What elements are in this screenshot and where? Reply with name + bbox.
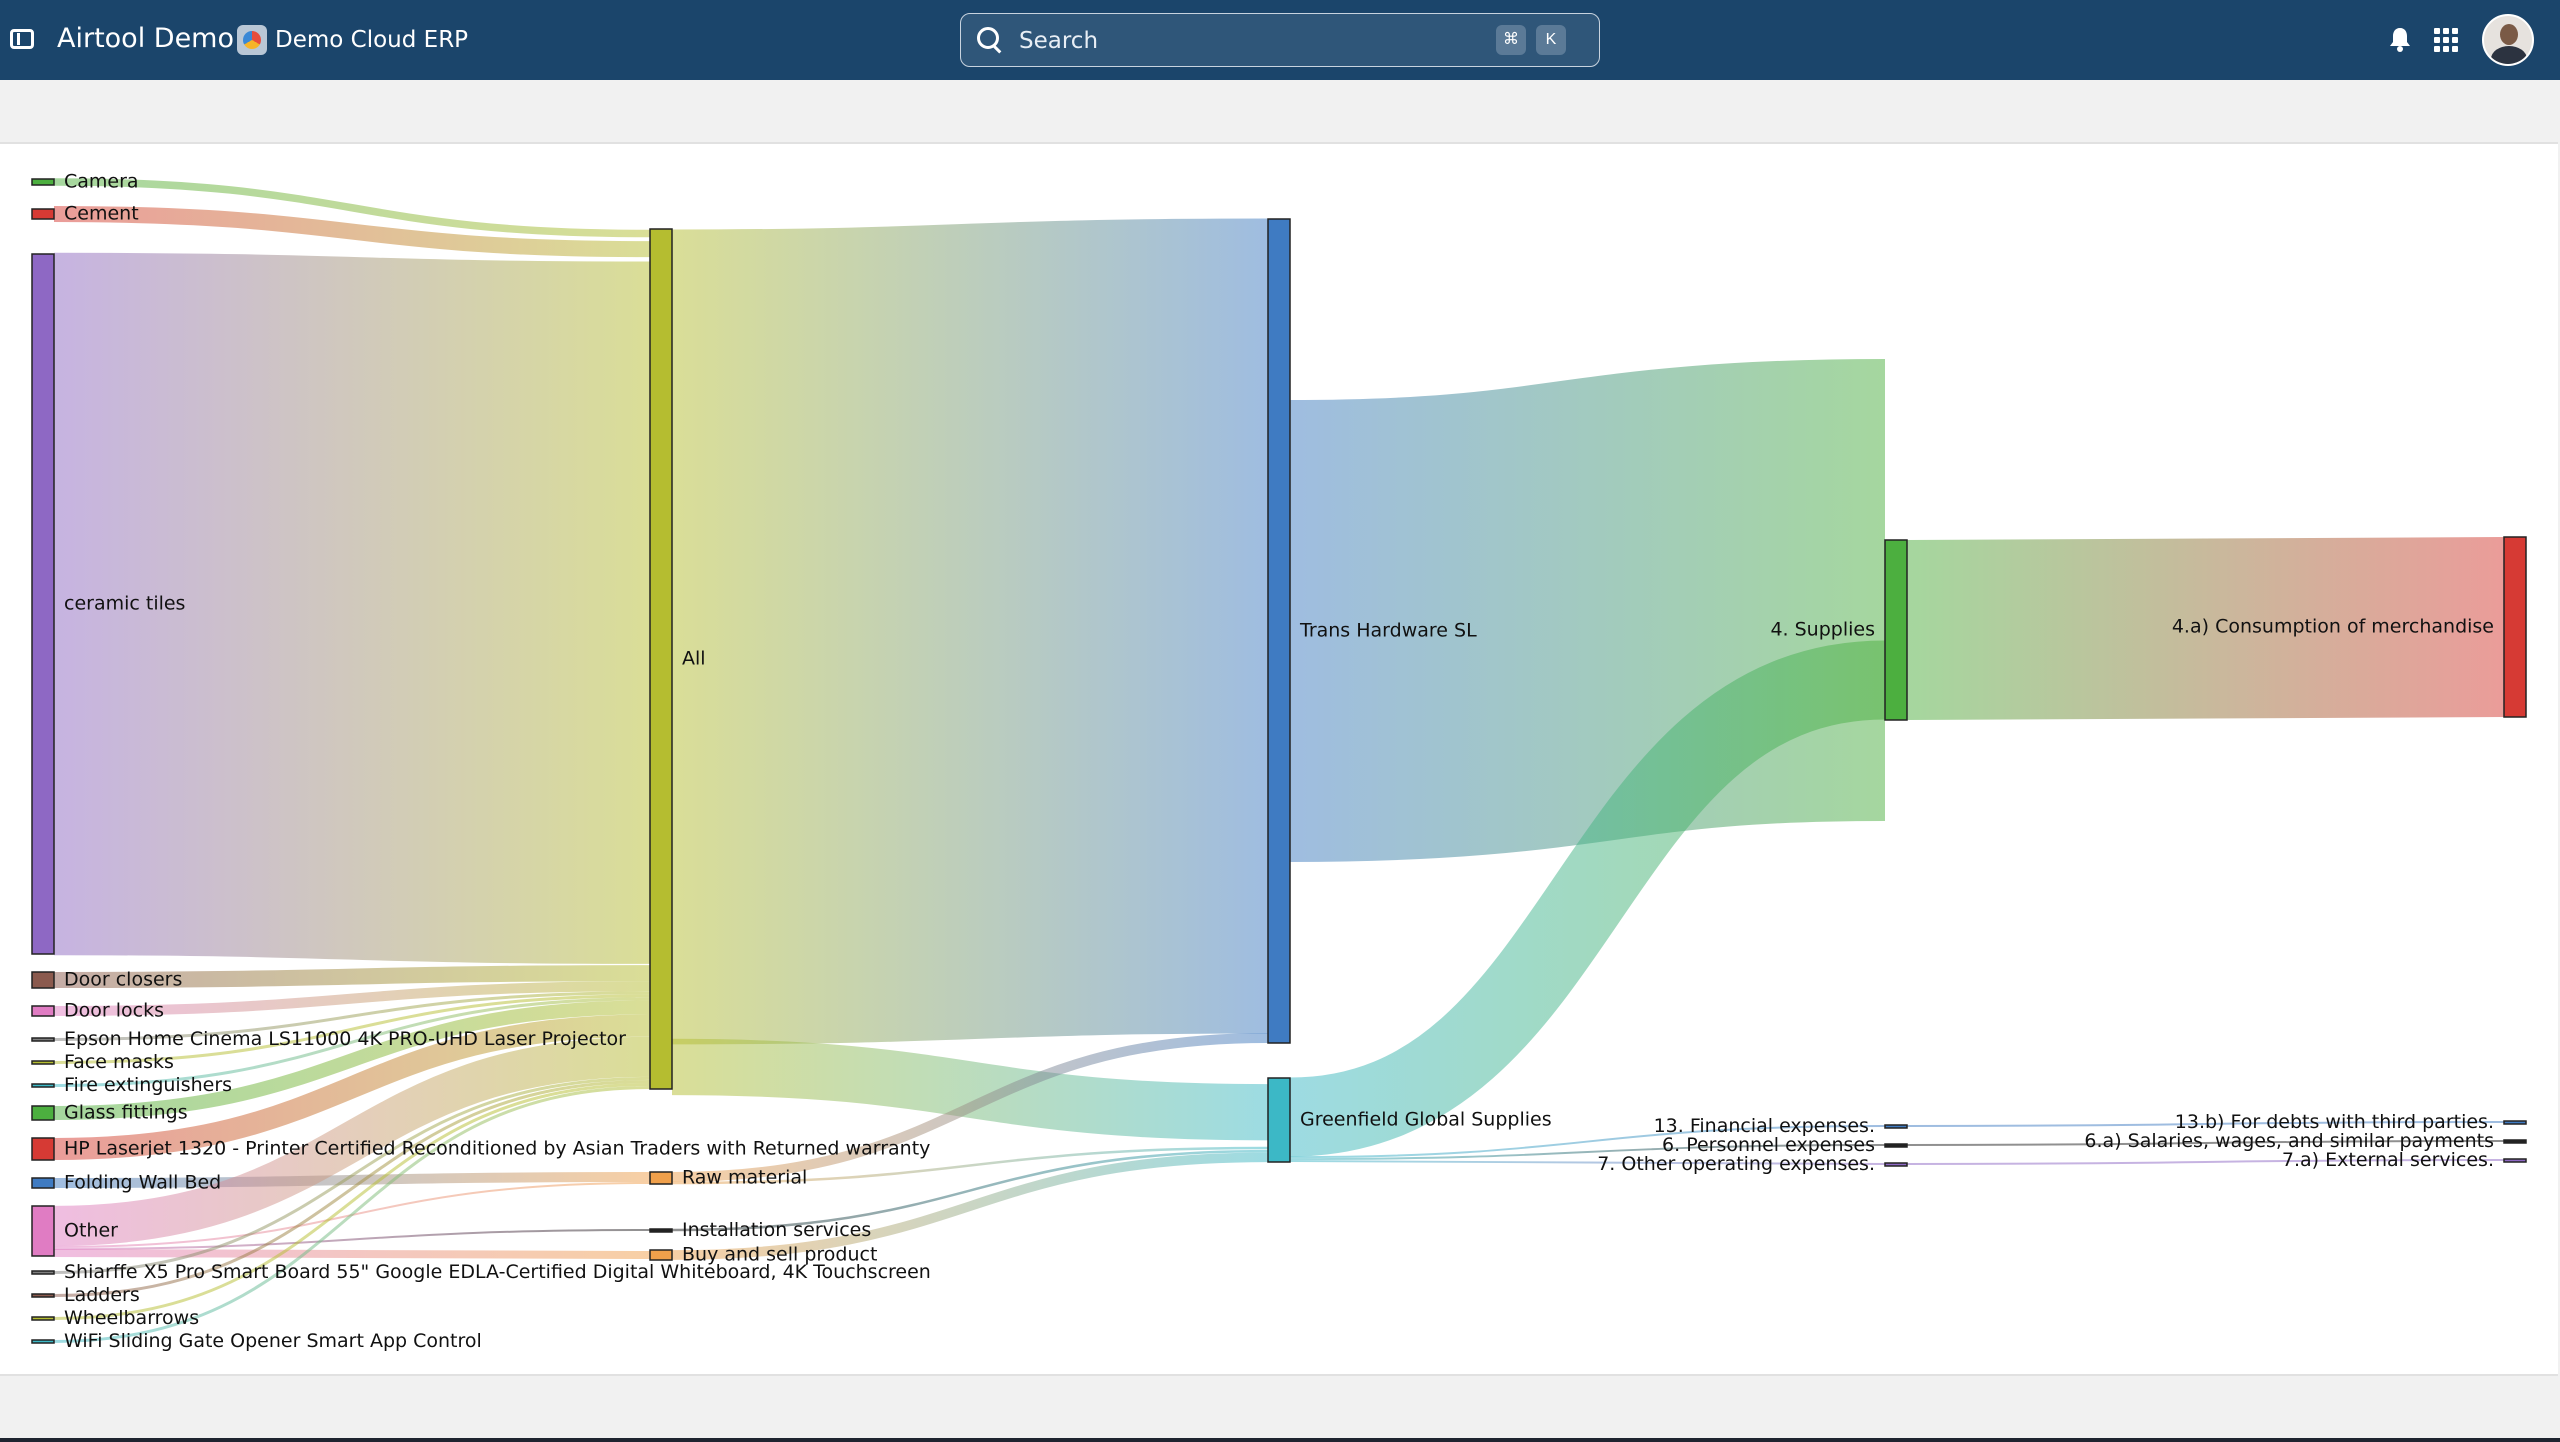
sankey-node-cement[interactable]: Cement	[31, 203, 139, 225]
search-input[interactable]	[1017, 23, 1441, 59]
sankey-node-label-wifi: WiFi Sliding Gate Opener Smart App Contr…	[64, 1330, 482, 1352]
sankey-node-label-cons: 4.a) Consumption of merchandise	[2172, 616, 2494, 638]
sankey-node-otherop[interactable]: 7. Other operating expenses.	[1597, 1153, 1908, 1175]
sankey-node-install[interactable]: Installation services	[649, 1219, 871, 1241]
search-icon	[977, 27, 999, 49]
sankey-node-epson[interactable]: Epson Home Cinema LS11000 4K PRO-UHD Las…	[31, 1028, 626, 1050]
app-title[interactable]: Airtool Demo	[57, 23, 234, 54]
sankey-node-label-install: Installation services	[682, 1219, 871, 1241]
sankey-node-trans[interactable]: Trans Hardware SL	[1267, 218, 1477, 1044]
sankey-node-bar-doorlocks[interactable]	[31, 1005, 55, 1017]
top-bar: Airtool Demo Demo Cloud ERP ⌘ K	[0, 0, 2560, 80]
sankey-node-label-fireext: Fire extinguishers	[64, 1074, 232, 1096]
sankey-node-bar-shiarffe[interactable]	[31, 1270, 55, 1275]
sankey-node-bar-pers[interactable]	[1884, 1143, 1908, 1148]
sankey-node-label-doorlocks: Door locks	[64, 1000, 164, 1022]
sankey-node-bar-wifi[interactable]	[31, 1339, 55, 1344]
sankey-node-label-trans: Trans Hardware SL	[1299, 620, 1477, 642]
search-bar[interactable]: ⌘ K	[960, 13, 1600, 67]
sankey-node-bar-green[interactable]	[1267, 1077, 1291, 1163]
sankey-node-bar-hp[interactable]	[31, 1137, 55, 1161]
sankey-node-bar-fin[interactable]	[1884, 1124, 1908, 1129]
sankey-node-bar-other[interactable]	[31, 1205, 55, 1257]
sankey-node-label-ceramic: ceramic tiles	[64, 593, 185, 615]
sankey-node-bar-glass[interactable]	[31, 1105, 55, 1121]
sankey-node-bar-supplies[interactable]	[1884, 539, 1908, 721]
sankey-node-bar-fireext[interactable]	[31, 1083, 55, 1088]
sankey-node-bar-buysell[interactable]	[649, 1249, 673, 1261]
sankey-node-bar-ceramic[interactable]	[31, 253, 55, 955]
sankey-node-bar-salaries[interactable]	[2503, 1139, 2527, 1144]
workspace-title[interactable]: Demo Cloud ERP	[275, 27, 468, 53]
sankey-node-bar-install[interactable]	[649, 1228, 673, 1233]
sankey-node-bar-camera[interactable]	[31, 178, 55, 186]
sankey-node-label-doorclosers: Door closers	[64, 969, 182, 991]
sankey-node-bar-debts[interactable]	[2503, 1120, 2527, 1125]
bell-icon[interactable]	[2389, 26, 2411, 52]
sankey-node-bar-raw[interactable]	[649, 1171, 673, 1185]
erp-logo-icon	[237, 25, 267, 55]
chart-panel: Camera Cement ceramic tiles Door closers Doo…	[0, 142, 2558, 1376]
shortcut-k-key: K	[1536, 25, 1566, 55]
sankey-node-ladders[interactable]: Ladders	[31, 1284, 140, 1306]
sankey-node-doorclosers[interactable]: Door closers	[31, 969, 182, 991]
sankey-node-bar-ladders[interactable]	[31, 1293, 55, 1298]
sankey-node-bar-doorclosers[interactable]	[31, 971, 55, 989]
sankey-node-label-ladders: Ladders	[64, 1284, 140, 1306]
sankey-node-bar-wheel[interactable]	[31, 1316, 55, 1321]
sankey-node-wifi[interactable]: WiFi Sliding Gate Opener Smart App Contr…	[31, 1330, 482, 1352]
sankey-node-bar-epson[interactable]	[31, 1037, 55, 1042]
sankey-node-hp[interactable]: HP Laserjet 1320 - Printer Certified Rec…	[31, 1137, 930, 1161]
sankey-chart: Camera Cement ceramic tiles Door closers Doo…	[31, 171, 2527, 1352]
sankey-node-bar-all[interactable]	[649, 228, 673, 1090]
sankey-node-bar-external[interactable]	[2503, 1158, 2527, 1163]
sankey-node-label-facemasks: Face masks	[64, 1051, 174, 1073]
sankey-link-all-trans[interactable]	[671, 218, 1269, 1045]
shortcut-cmd-key: ⌘	[1496, 25, 1526, 55]
sankey-node-facemasks[interactable]: Face masks	[31, 1051, 174, 1073]
sankey-node-label-raw: Raw material	[682, 1167, 807, 1189]
avatar[interactable]	[2482, 14, 2534, 66]
sankey-node-label-buysell: Buy and sell product	[682, 1244, 877, 1266]
sankey-node-bar-trans[interactable]	[1267, 218, 1291, 1044]
bottom-edge	[0, 1438, 2560, 1442]
sankey-node-label-all: All	[682, 648, 706, 670]
sankey-node-label-hp: HP Laserjet 1320 - Printer Certified Rec…	[64, 1138, 930, 1160]
sankey-node-bar-facemasks[interactable]	[31, 1060, 55, 1065]
sankey-node-bar-cement[interactable]	[31, 208, 55, 220]
sankey-node-label-folding: Folding Wall Bed	[64, 1172, 221, 1194]
sankey-node-bar-folding[interactable]	[31, 1177, 55, 1189]
sankey-node-bar-otherop[interactable]	[1884, 1162, 1908, 1167]
sankey-node-buysell[interactable]: Buy and sell product	[649, 1244, 877, 1266]
sankey-node-label-glass: Glass fittings	[64, 1102, 188, 1124]
sankey-node-label-wheel: Wheelbarrows	[64, 1307, 199, 1329]
sankey-node-bar-cons[interactable]	[2503, 536, 2527, 718]
sankey-node-label-green: Greenfield Global Supplies	[1300, 1109, 1552, 1131]
sankey-node-label-supplies: 4. Supplies	[1770, 619, 1875, 641]
sankey-node-label-epson: Epson Home Cinema LS11000 4K PRO-UHD Las…	[64, 1028, 626, 1050]
sankey-node-camera[interactable]: Camera	[31, 171, 139, 193]
sankey-node-label-camera: Camera	[64, 171, 139, 193]
sankey-node-external[interactable]: 7.a) External services.	[2282, 1149, 2527, 1171]
sankey-node-label-external: 7.a) External services.	[2282, 1149, 2494, 1171]
sankey-node-label-otherop: 7. Other operating expenses.	[1597, 1153, 1875, 1175]
sankey-link-other-buysell[interactable]	[53, 1249, 651, 1259]
sankey-node-label-cement: Cement	[64, 203, 139, 225]
sankey-node-doorlocks[interactable]: Door locks	[31, 1000, 164, 1022]
sidebar-toggle-icon[interactable]	[10, 29, 34, 49]
sankey-node-label-other: Other	[64, 1220, 118, 1242]
apps-grid-icon[interactable]	[2434, 28, 2458, 52]
